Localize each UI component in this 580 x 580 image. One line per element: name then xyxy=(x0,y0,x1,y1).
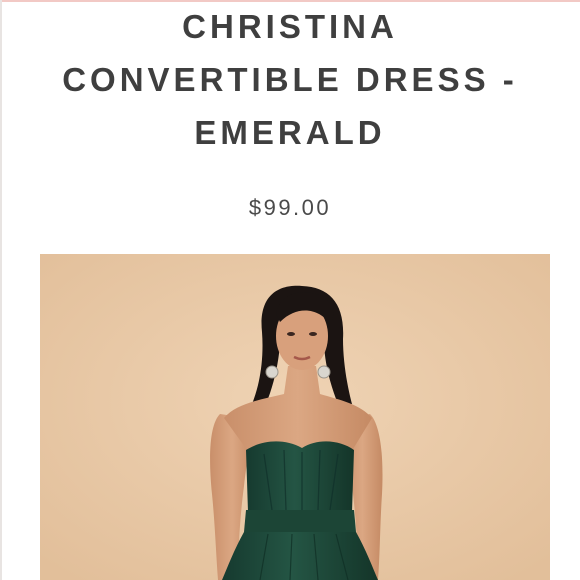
product-page: CHRISTINA CONVERTIBLE DRESS - EMERALD $9… xyxy=(0,0,580,580)
product-title-line-2: CONVERTIBLE DRESS - xyxy=(62,61,518,98)
right-eye xyxy=(309,332,317,336)
left-earring xyxy=(265,365,279,379)
right-earring xyxy=(317,365,331,379)
product-price: $99.00 xyxy=(248,195,332,220)
left-eye xyxy=(287,332,295,336)
dress-bodice xyxy=(246,441,354,512)
dress-skirt xyxy=(222,532,378,580)
model-in-emerald-dress-photo xyxy=(40,254,550,580)
product-photo[interactable] xyxy=(40,254,550,580)
dress-waistband xyxy=(244,510,356,532)
product-title-line-1: CHRISTINA xyxy=(182,8,398,45)
product-title-line-3: EMERALD xyxy=(194,114,386,151)
top-border xyxy=(0,0,580,2)
